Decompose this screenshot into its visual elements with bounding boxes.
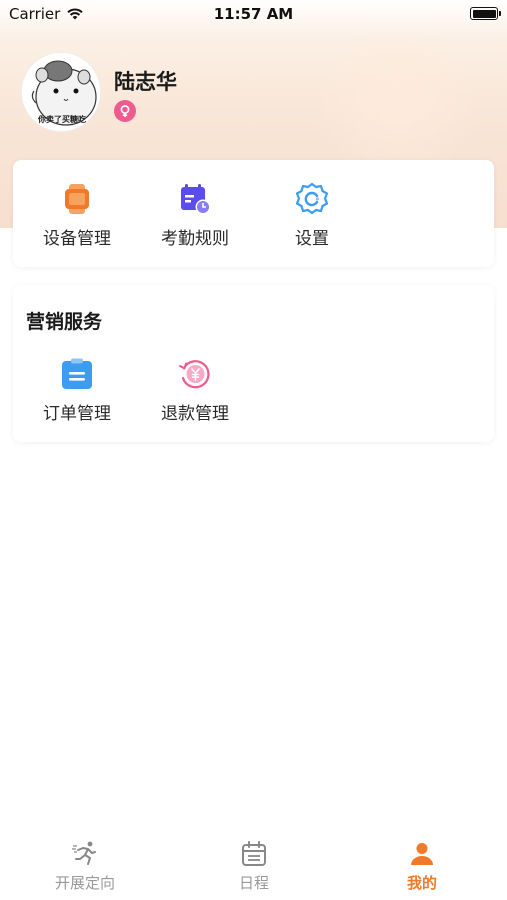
device-management-label: 设备管理 [43, 229, 111, 249]
user-name: 陆志华 [114, 70, 177, 94]
settings-button[interactable]: 设置 [262, 182, 362, 249]
female-gender-icon [114, 100, 136, 122]
calendar-clock-icon [181, 184, 211, 215]
device-management-button[interactable]: 设备管理 [27, 182, 127, 249]
gear-icon [295, 182, 329, 215]
tab-bar: 开展定向 日程 我的 [0, 830, 507, 900]
person-icon [411, 843, 433, 865]
order-management-label: 订单管理 [43, 404, 111, 424]
battery-icon [470, 7, 501, 20]
tab-orienteering[interactable]: 开展定向 [25, 840, 145, 893]
tab-mine[interactable]: 我的 [362, 840, 482, 893]
tools-card: 设备管理 考勤规则 设置 [13, 160, 494, 267]
tab-schedule-label: 日程 [238, 874, 269, 892]
device-watch-icon [65, 184, 89, 214]
tab-mine-label: 我的 [406, 874, 437, 892]
order-clipboard-icon [62, 358, 92, 389]
status-bar: Carrier 11:57 AM [0, 0, 507, 28]
refund-management-label: 退款管理 [161, 404, 229, 424]
avatar[interactable]: 你卖了买糖吃 [21, 52, 101, 132]
order-management-button[interactable]: 订单管理 [27, 357, 127, 424]
marketing-services-title: 营销服务 [26, 311, 103, 333]
tab-schedule[interactable]: 日程 [194, 840, 314, 893]
attendance-rules-button[interactable]: 考勤规则 [145, 182, 245, 249]
runner-icon [72, 841, 96, 865]
avatar-caption: 你卖了买糖吃 [38, 115, 86, 124]
settings-label: 设置 [295, 229, 329, 249]
tab-orienteering-label: 开展定向 [54, 874, 115, 892]
calendar-icon [242, 841, 266, 866]
refund-yuan-icon [179, 360, 210, 389]
attendance-rules-label: 考勤规则 [161, 229, 229, 249]
clock: 11:57 AM [213, 5, 294, 23]
refund-management-button[interactable]: 退款管理 [145, 357, 245, 424]
marketing-services-card: 营销服务 订单管理 退款管理 [13, 285, 494, 442]
